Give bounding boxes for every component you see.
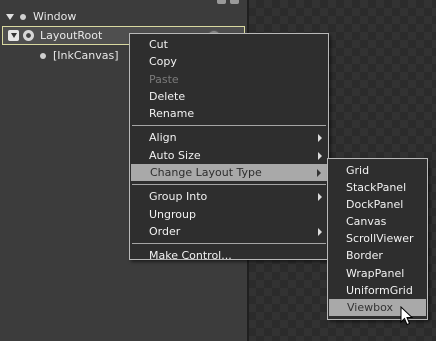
menu-item-label: Auto Size bbox=[149, 148, 201, 162]
submenu-item-uniformgrid[interactable]: UniformGrid bbox=[328, 282, 427, 299]
eye-icon[interactable] bbox=[20, 13, 26, 20]
chevron-right-icon bbox=[318, 227, 322, 236]
tree-item-inkcanvas[interactable]: [InkCanvas] bbox=[40, 46, 119, 65]
context-menu-items: Cut Copy Paste Delete Rename Align Auto … bbox=[130, 34, 328, 265]
context-menu: Cut Copy Paste Delete Rename Align Auto … bbox=[129, 33, 329, 262]
panel-options-icon[interactable] bbox=[217, 0, 226, 4]
menu-item-align[interactable]: Align bbox=[130, 129, 328, 146]
menu-item-paste[interactable]: Paste bbox=[130, 71, 328, 88]
menu-item-label: Group Into bbox=[149, 190, 208, 204]
menu-item-ungroup[interactable]: Ungroup bbox=[130, 206, 328, 223]
chevron-right-icon bbox=[318, 134, 322, 143]
menu-item-order[interactable]: Order bbox=[130, 223, 328, 240]
expand-arrow-icon[interactable] bbox=[8, 30, 19, 41]
menu-item-copy[interactable]: Copy bbox=[130, 53, 328, 70]
submenu-item-border[interactable]: Border bbox=[328, 247, 427, 264]
tree-item-window[interactable]: Window bbox=[6, 7, 76, 26]
submenu-item-stackpanel[interactable]: StackPanel bbox=[328, 179, 427, 196]
menu-item-group-into[interactable]: Group Into bbox=[130, 188, 328, 205]
chevron-right-icon bbox=[318, 193, 322, 202]
panel-menu-icon[interactable] bbox=[230, 0, 239, 4]
chevron-right-icon bbox=[317, 169, 321, 178]
tree-item-label: LayoutRoot bbox=[40, 29, 103, 42]
menu-item-change-layout-type[interactable]: Change Layout Type bbox=[131, 164, 327, 182]
submenu-item-scrollviewer[interactable]: ScrollViewer bbox=[328, 230, 427, 247]
expand-arrow-icon[interactable] bbox=[6, 13, 14, 20]
menu-item-delete[interactable]: Delete bbox=[130, 88, 328, 105]
menu-item-label: Align bbox=[149, 131, 177, 145]
eye-icon[interactable] bbox=[40, 52, 46, 59]
menu-item-label: Order bbox=[149, 224, 181, 238]
eye-icon[interactable] bbox=[23, 30, 34, 41]
menu-separator bbox=[132, 125, 326, 127]
submenu-item-grid[interactable]: Grid bbox=[328, 162, 427, 179]
tree-item-label: [InkCanvas] bbox=[53, 49, 119, 62]
menu-separator bbox=[132, 243, 326, 245]
tree-item-label: Window bbox=[33, 10, 77, 23]
panel-header-icons bbox=[217, 0, 239, 5]
menu-item-label: Change Layout Type bbox=[150, 166, 262, 180]
submenu-item-canvas[interactable]: Canvas bbox=[328, 213, 427, 230]
menu-item-auto-size[interactable]: Auto Size bbox=[130, 147, 328, 164]
menu-item-make-control[interactable]: Make Control... bbox=[130, 247, 328, 264]
layout-type-submenu: Grid StackPanel DockPanel Canvas ScrollV… bbox=[327, 158, 428, 320]
submenu-item-wrappanel[interactable]: WrapPanel bbox=[328, 265, 427, 282]
submenu-item-dockpanel[interactable]: DockPanel bbox=[328, 196, 427, 213]
mouse-pointer-icon bbox=[400, 306, 414, 326]
menu-item-rename[interactable]: Rename bbox=[130, 105, 328, 122]
menu-separator bbox=[132, 184, 326, 186]
menu-item-cut[interactable]: Cut bbox=[130, 36, 328, 53]
chevron-right-icon bbox=[318, 151, 322, 160]
